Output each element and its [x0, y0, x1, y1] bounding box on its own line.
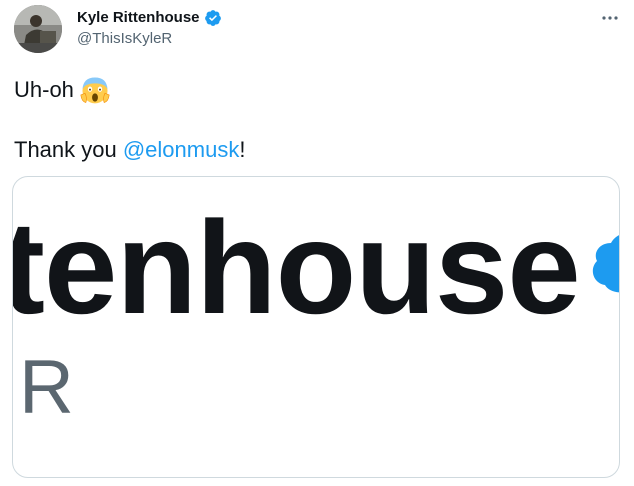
tweet-card: Kyle Rittenhouse @ThisIsKyleR Uh-oh Than… — [0, 0, 634, 486]
media-small-text: R — [19, 345, 74, 430]
face-screaming-in-fear-emoji-icon — [80, 75, 110, 105]
avatar-image — [14, 5, 62, 53]
author-name-row: Kyle Rittenhouse — [77, 8, 222, 28]
author-display-name[interactable]: Kyle Rittenhouse — [77, 8, 200, 28]
tweet-text-uh-oh: Uh-oh — [14, 77, 74, 102]
avatar[interactable] — [14, 5, 62, 53]
tweet-text-line-2: Thank you @elonmusk! — [14, 136, 245, 164]
tweet-text-thank-you: Thank you — [14, 137, 123, 162]
media-image-card[interactable]: tenhouse R — [12, 176, 620, 478]
more-horizontal-icon — [602, 16, 618, 20]
verified-badge-partial-icon — [589, 229, 619, 293]
mention-link-elonmusk[interactable]: @elonmusk — [123, 137, 240, 162]
verified-badge-icon — [204, 9, 222, 27]
tweet-text-line-1: Uh-oh — [14, 75, 110, 105]
author-handle[interactable]: @ThisIsKyleR — [77, 29, 172, 49]
tweet-text-exclamation: ! — [239, 137, 246, 162]
more-button[interactable] — [598, 8, 622, 28]
media-large-text: tenhouse — [12, 194, 581, 341]
